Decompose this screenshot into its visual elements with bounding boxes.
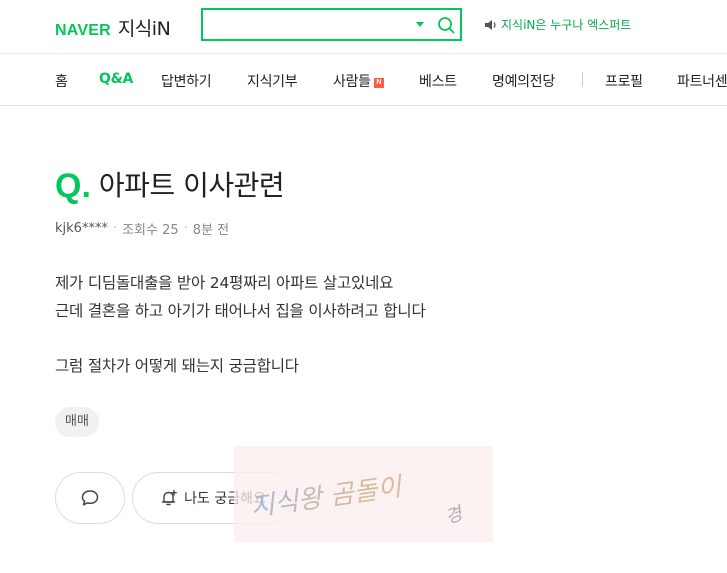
- naver-logo[interactable]: NAVER: [55, 22, 111, 40]
- question-title: 아파트 이사관련: [98, 169, 285, 202]
- author-name[interactable]: kjk6****: [55, 221, 108, 236]
- question-body-line: 그럼 절차가 어떻게 돼는지 궁금합니다: [55, 357, 299, 375]
- question-body: 제가 디딤돌대출을 받아 24평짜리 아파트 살고있네요 근데 결혼을 하고 아…: [55, 269, 426, 380]
- meta-separator: ·: [183, 221, 188, 236]
- promo-text[interactable]: 지식iN은 누구나 엑스퍼트: [501, 16, 631, 33]
- nav-item-partner[interactable]: 파트너센: [677, 71, 727, 91]
- question-body-line: 근데 결혼을 하고 아기가 태어나서 집을 이사하려고 합니다: [55, 302, 426, 320]
- new-badge: N: [373, 78, 384, 88]
- nav-item-home[interactable]: 홈: [55, 71, 68, 91]
- comment-icon: [81, 490, 99, 506]
- nav-item-best[interactable]: 베스트: [419, 71, 457, 91]
- bell-plus-icon: [161, 489, 178, 506]
- question-title-row: Q. 아파트 이사관련: [55, 166, 285, 206]
- question-mark-label: Q.: [55, 167, 91, 205]
- search-dropdown-arrow-icon[interactable]: [416, 22, 424, 27]
- search-box: [201, 8, 462, 41]
- nav-item-qna[interactable]: Q&A: [99, 71, 133, 87]
- question-meta: kjk6**** · 조회수 25 · 8분 전: [55, 219, 229, 238]
- curious-too-button[interactable]: 나도 궁금해요: [132, 472, 294, 524]
- meta-separator: ·: [112, 221, 118, 236]
- speaker-icon: [485, 19, 496, 30]
- promo-banner[interactable]: 지식iN은 누구나 엑스퍼트: [484, 16, 631, 33]
- view-count: 조회수 25: [122, 223, 179, 238]
- search-icon[interactable]: [437, 16, 455, 34]
- nav-item-people-label: 사람들: [333, 74, 371, 90]
- question-body-line: 제가 디딤돌대출을 받아 24평짜리 아파트 살고있네요: [55, 274, 394, 292]
- main-nav: 홈 Q&A 답변하기 지식기부 사람들 N 베스트 명예의전당 프로필 파트너센: [0, 55, 727, 106]
- comment-button[interactable]: [55, 472, 125, 524]
- tag-chip[interactable]: 매매: [55, 407, 99, 437]
- jisikin-logo[interactable]: 지식iN: [118, 14, 171, 41]
- curious-too-label: 나도 궁금해요: [184, 491, 266, 507]
- search-input[interactable]: [209, 14, 399, 35]
- nav-item-profile[interactable]: 프로필: [605, 71, 643, 91]
- svg-text:경: 경: [443, 502, 468, 528]
- nav-divider: [582, 72, 583, 87]
- nav-item-hall-of-fame[interactable]: 명예의전당: [492, 71, 555, 91]
- nav-item-donate[interactable]: 지식기부: [247, 71, 298, 91]
- nav-item-answer[interactable]: 답변하기: [161, 71, 212, 91]
- post-time: 8분 전: [192, 223, 230, 238]
- nav-item-people[interactable]: 사람들 N: [333, 71, 384, 91]
- naver-jisikin-logo[interactable]: NAVER 지식iN: [55, 14, 171, 41]
- top-header: NAVER 지식iN 지식iN은 누구나 엑스퍼트: [0, 0, 727, 54]
